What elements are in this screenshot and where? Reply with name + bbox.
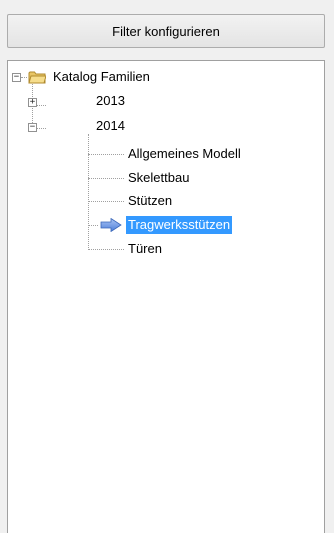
- tree-node-label-selected: Tragwerksstützen: [126, 216, 233, 234]
- filter-configure-button[interactable]: Filter konfigurieren: [7, 14, 325, 48]
- folder-icon: [28, 71, 46, 84]
- filter-configure-button-label: Filter konfigurieren: [112, 23, 220, 39]
- tree-node-stuetzen[interactable]: Stützen: [126, 191, 174, 211]
- collapse-icon[interactable]: −: [12, 73, 21, 82]
- tree-node-label: 2014: [96, 118, 125, 133]
- collapse-icon[interactable]: −: [28, 123, 37, 132]
- tree-node-2013[interactable]: 2013: [94, 91, 127, 111]
- tree-connector: [88, 178, 124, 179]
- tree-node-label: Skelettbau: [128, 170, 190, 185]
- expand-icon[interactable]: +: [28, 98, 37, 107]
- tree-node-label: Katalog Familien: [53, 69, 150, 84]
- tree-node-label: Türen: [128, 241, 162, 256]
- tree-node-allgemeines-modell[interactable]: Allgemeines Modell: [126, 144, 243, 164]
- tree-node-katalog-familien[interactable]: Katalog Familien: [51, 67, 152, 87]
- family-catalog-tree[interactable]: − Katalog Familien + 2013 − 2014 Allgeme…: [7, 60, 325, 533]
- tree-node-skelettbau[interactable]: Skelettbau: [126, 168, 191, 188]
- tree-node-tragwerksstuetzen[interactable]: Tragwerksstützen: [126, 215, 233, 235]
- tree-connector: [88, 225, 98, 226]
- tree-node-tueren[interactable]: Türen: [126, 239, 164, 259]
- tree-connector: [88, 134, 89, 250]
- arrow-right-icon: [100, 218, 122, 232]
- tree-connector: [88, 154, 124, 155]
- tree-node-2014[interactable]: 2014: [94, 116, 127, 136]
- tree-node-label: Allgemeines Modell: [128, 146, 241, 161]
- tree-node-label: 2013: [96, 93, 125, 108]
- tree-connector: [88, 201, 124, 202]
- tree-node-label: Stützen: [128, 193, 173, 208]
- tree-connector: [88, 249, 124, 250]
- tree-connector: [21, 77, 27, 78]
